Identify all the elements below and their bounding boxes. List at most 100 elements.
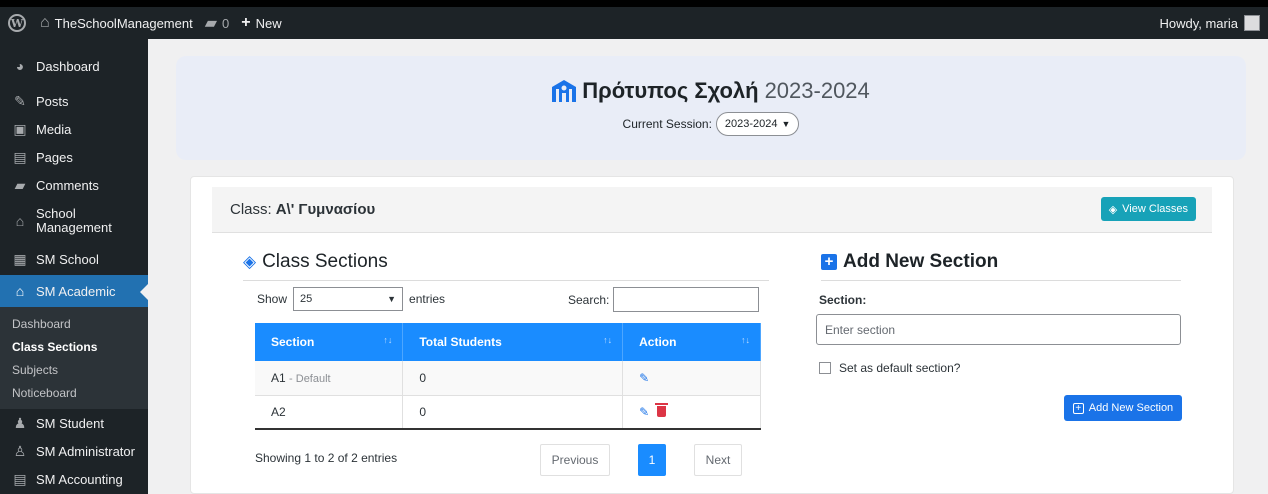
show-label: Show <box>257 292 288 306</box>
section-name: A1 <box>271 370 286 385</box>
pagination-previous[interactable]: Previous <box>540 444 610 476</box>
menu-pages[interactable]: ▤ Pages <box>0 143 148 171</box>
wordpress-icon: W <box>8 14 26 32</box>
users-icon: ♟ <box>13 414 27 431</box>
session-row: Current Session: 2023-2024 ▼ <box>176 112 1246 136</box>
menu-label: SM Accounting <box>36 471 123 487</box>
column-header-section[interactable]: Section ↑↓ <box>255 323 404 361</box>
menu-school-management[interactable]: ⌂ School Management <box>0 199 148 243</box>
divider <box>243 280 769 281</box>
site-name-link[interactable]: ⌂ TheSchoolManagement <box>34 7 199 39</box>
graduation-cap-icon: ⌂ <box>15 213 25 229</box>
show-entries: Show 25 ▼ entries <box>257 287 445 311</box>
sort-icon: ↑↓ <box>603 335 613 345</box>
cell-action: ✎ <box>622 361 761 396</box>
menu-label: Media <box>36 121 72 137</box>
class-label: Class: <box>230 201 272 218</box>
edit-icon[interactable]: ✎ <box>639 405 649 419</box>
column-header-total-students[interactable]: Total Students ↑↓ <box>402 323 624 361</box>
entries-select[interactable]: 25 ▼ <box>293 287 404 311</box>
search-input[interactable] <box>613 287 759 312</box>
dashboard-icon: ◕ <box>15 58 25 74</box>
cell-section: A1 - Default <box>255 361 404 396</box>
column-header-action[interactable]: Action ↑↓ <box>622 323 761 361</box>
new-label: New <box>255 15 282 31</box>
entries-value: 25 <box>300 293 313 305</box>
cell-total: 0 <box>402 361 624 396</box>
view-classes-label: View Classes <box>1122 203 1188 215</box>
section-input[interactable] <box>816 314 1181 345</box>
trash-icon[interactable] <box>655 402 669 417</box>
table-row: A2 0 ✎ <box>255 395 761 430</box>
view-classes-button[interactable]: ◈ View Classes <box>1100 197 1196 221</box>
default-section-row: Set as default section? <box>819 361 960 375</box>
howdy-text: Howdy, maria <box>1159 15 1238 31</box>
layers-icon: ◈ <box>243 252 257 271</box>
table-row: A1 - Default 0 ✎ <box>255 361 761 396</box>
account-menu[interactable]: Howdy, maria <box>1153 7 1268 39</box>
default-section-checkbox[interactable] <box>819 362 831 374</box>
school-year: 2023-2024 <box>764 78 870 103</box>
pagination-page-1[interactable]: 1 <box>638 444 666 476</box>
menu-dashboard[interactable]: ◕ Dashboard <box>0 49 148 83</box>
menu-label: SM Academic <box>36 283 116 299</box>
menu-sm-academic[interactable]: ⌂ SM Academic <box>0 275 148 307</box>
sort-icon: ↑↓ <box>741 335 750 345</box>
menu-media[interactable]: ▣ Media <box>0 115 148 143</box>
column-label: Total Students <box>419 335 502 349</box>
admin-bar: W ⌂ TheSchoolManagement ▰ 0 + New Howdy,… <box>0 7 1268 39</box>
menu-posts[interactable]: ✎ Posts <box>0 87 148 115</box>
comment-icon: ▰ <box>14 176 26 193</box>
pagination-next[interactable]: Next <box>694 444 742 476</box>
graduation-cap-icon: ⌂ <box>15 283 25 299</box>
submenu-class-sections[interactable]: Class Sections <box>0 336 148 359</box>
section-label: Section: <box>819 293 867 307</box>
chevron-down-icon: ▼ <box>781 119 791 129</box>
menu-label: School Management <box>36 206 112 235</box>
default-tag: - Default <box>289 372 331 385</box>
pages-icon: ▤ <box>13 148 27 165</box>
default-section-label: Set as default section? <box>839 361 961 375</box>
section-name: A2 <box>271 404 286 419</box>
comments-link[interactable]: ▰ 0 <box>199 7 236 39</box>
menu-sm-accounting[interactable]: ▤ SM Accounting <box>0 465 148 493</box>
menu-sm-school[interactable]: ▦ SM School <box>0 243 148 275</box>
layers-icon: ◈ <box>1108 203 1118 216</box>
cell-section: A2 <box>255 395 404 430</box>
session-value: 2023-2024 <box>724 118 778 130</box>
submenu-dashboard[interactable]: Dashboard <box>0 313 148 336</box>
academic-submenu: Dashboard Class Sections Subjects Notice… <box>0 307 148 409</box>
school-header: Πρότυπος Σχολή 2023-2024 Current Session… <box>176 56 1246 160</box>
submenu-subjects[interactable]: Subjects <box>0 359 148 382</box>
menu-sm-student[interactable]: ♟ SM Student <box>0 409 148 437</box>
school-name: Πρότυπος Σχολή <box>582 78 759 103</box>
menu-label: Comments <box>36 177 99 193</box>
school-icon <box>552 80 577 102</box>
new-content-link[interactable]: + New <box>235 7 287 39</box>
edit-icon[interactable]: ✎ <box>639 371 649 385</box>
submenu-noticeboard[interactable]: Noticeboard <box>0 382 148 405</box>
cell-total: 0 <box>402 395 624 430</box>
receipt-icon: ▤ <box>13 470 27 487</box>
menu-label: Posts <box>36 93 69 109</box>
add-section-title: + Add New Section <box>821 251 998 273</box>
column-label: Section <box>271 335 315 349</box>
school-title: Πρότυπος Σχολή 2023-2024 <box>176 78 1246 104</box>
menu-label: SM Student <box>36 415 104 431</box>
class-card: Class: A\' Γυμνασίου ◈ View Classes ◈ Cl… <box>190 176 1234 494</box>
entries-label: entries <box>409 292 446 306</box>
session-select[interactable]: 2023-2024 ▼ <box>715 112 800 136</box>
top-strip <box>0 0 1268 7</box>
plus-square-icon: + <box>821 254 837 270</box>
site-name: TheSchoolManagement <box>54 15 193 31</box>
menu-comments[interactable]: ▰ Comments <box>0 171 148 199</box>
menu-sm-administrator[interactable]: ♙ SM Administrator <box>0 437 148 465</box>
comment-icon: ▰ <box>204 15 218 32</box>
add-new-section-button[interactable]: + Add New Section <box>1064 395 1182 421</box>
add-new-section-label: Add New Section <box>1088 402 1174 414</box>
plus-square-icon: + <box>1072 402 1084 414</box>
class-name: A\' Γυμνασίου <box>275 201 376 218</box>
admin-icon: ♙ <box>13 442 27 459</box>
wordpress-logo-button[interactable]: W <box>0 7 34 39</box>
class-sections-heading: Class Sections <box>262 251 388 272</box>
